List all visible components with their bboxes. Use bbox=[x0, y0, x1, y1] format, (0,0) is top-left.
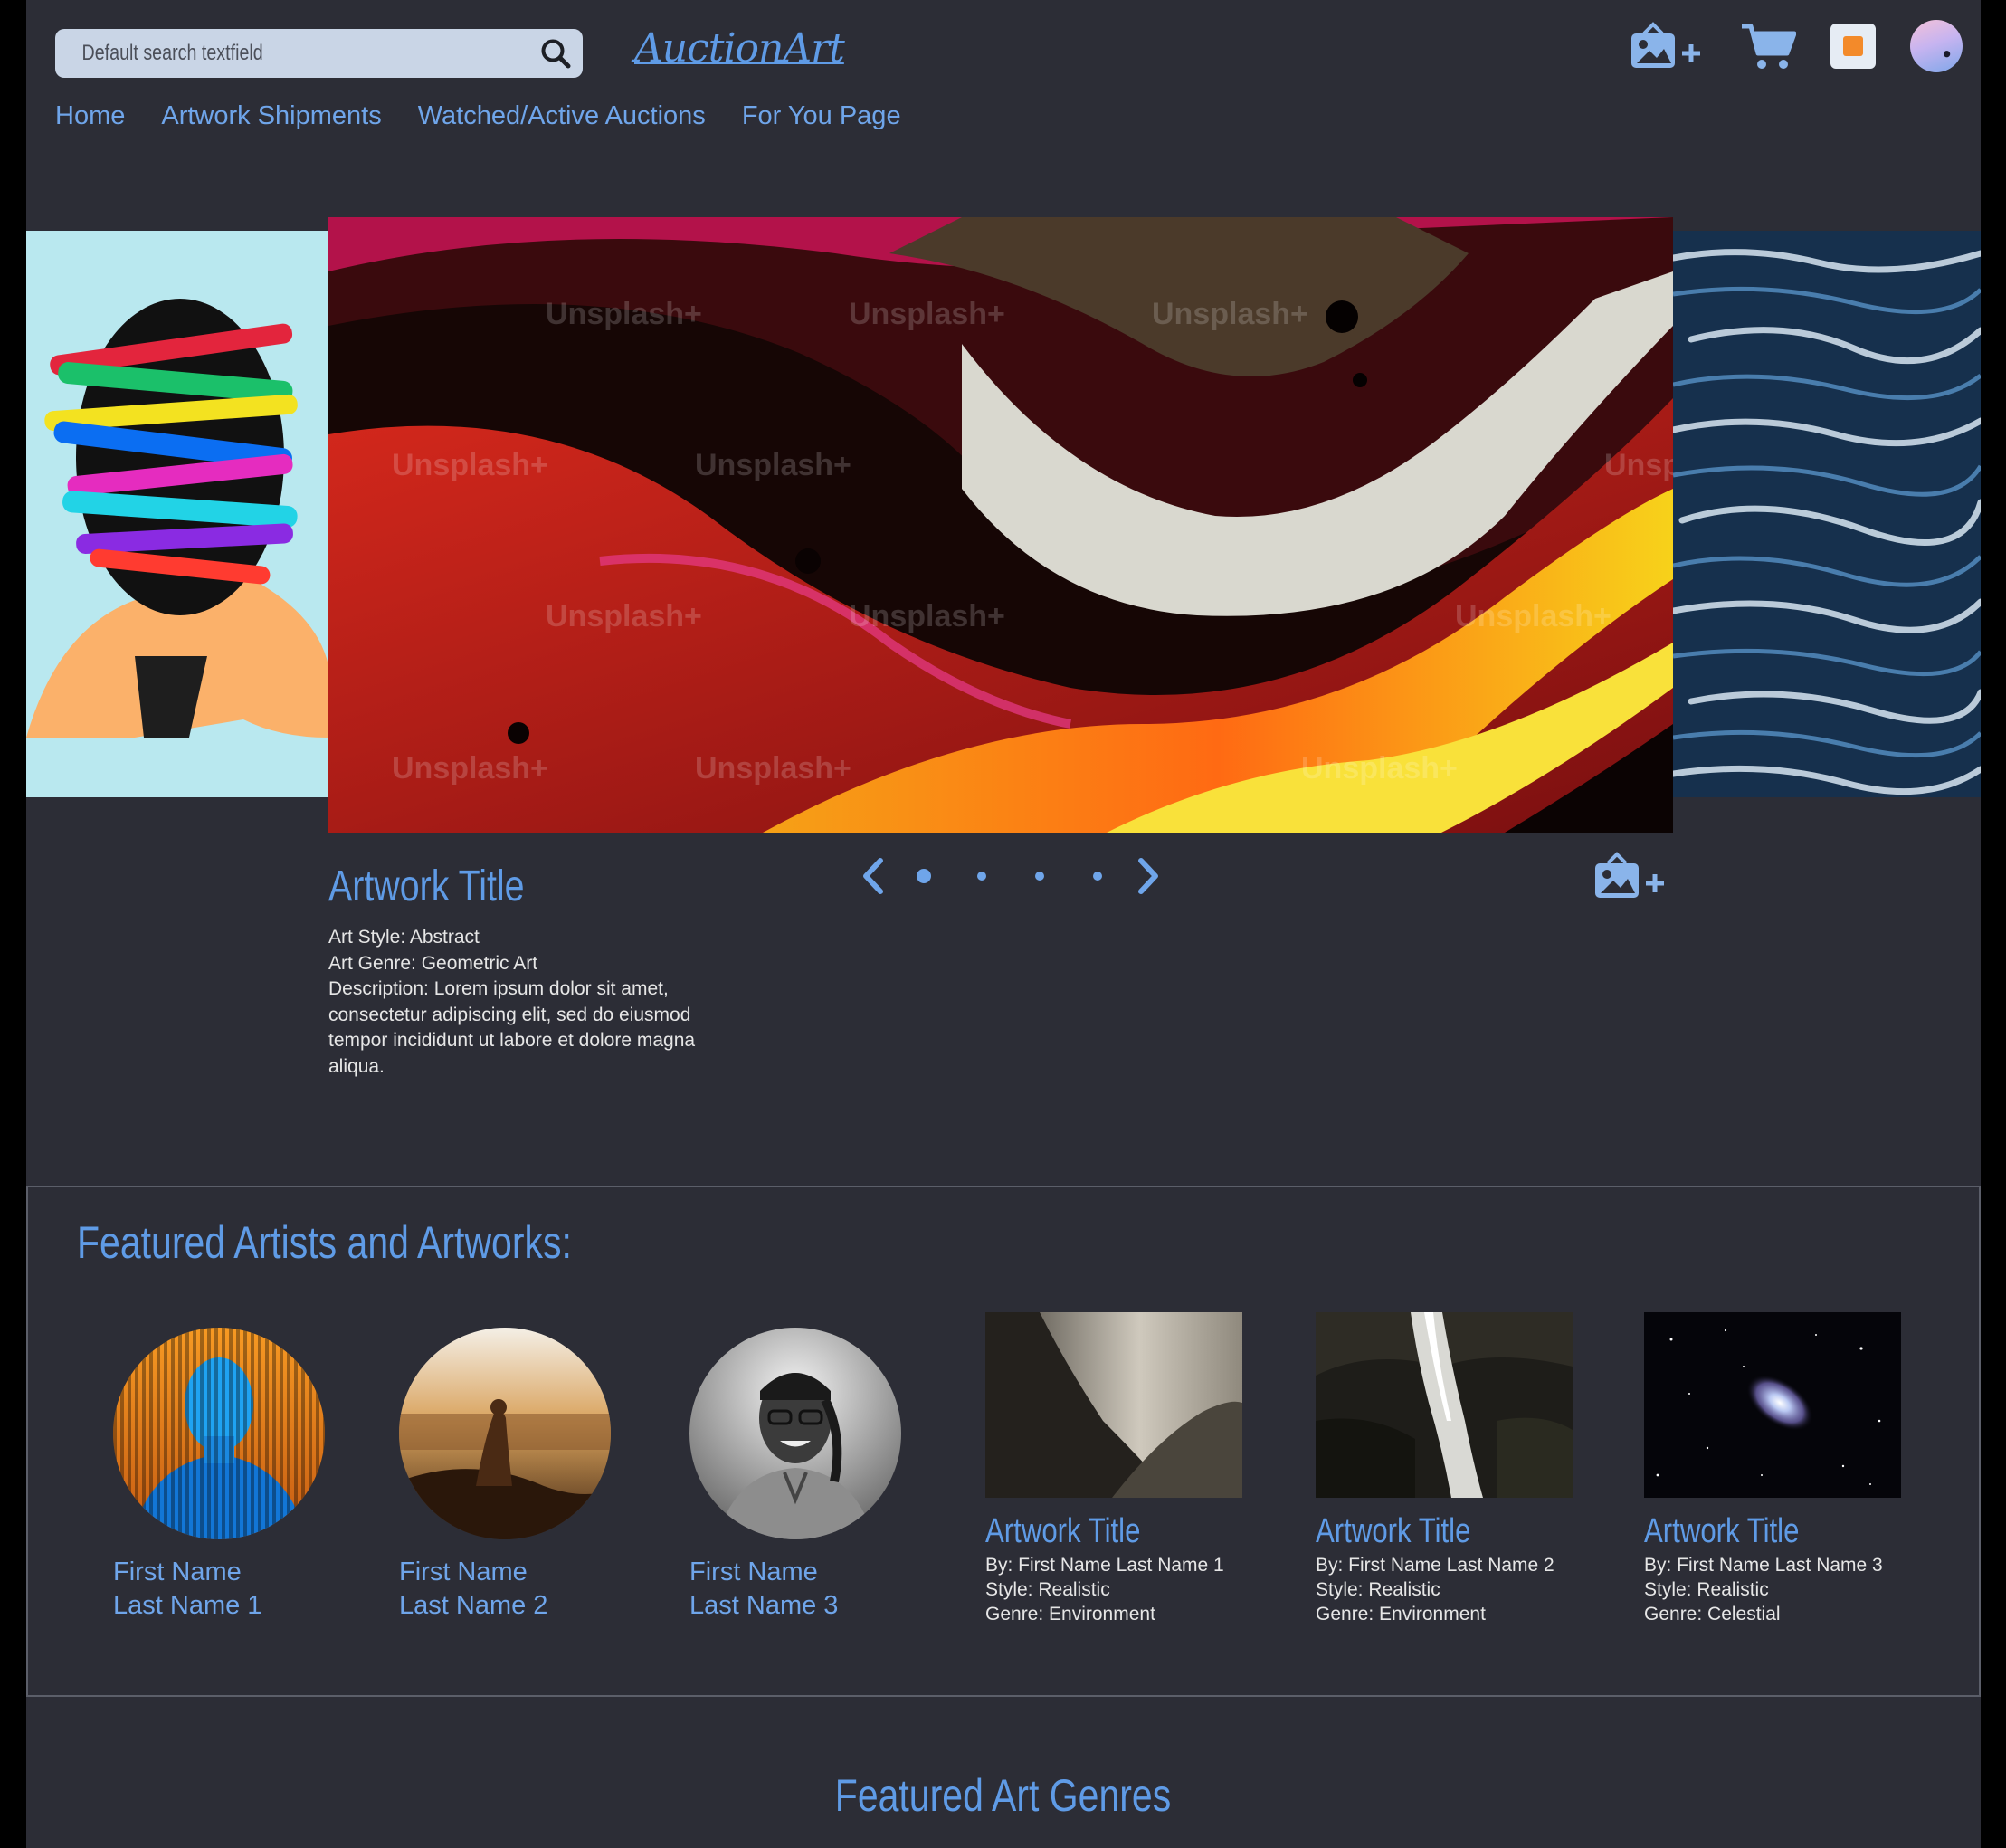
watermark-text: Unsplash+ bbox=[392, 448, 548, 482]
watermark-text: Unsplash+ bbox=[695, 751, 851, 786]
artist-avatar-2[interactable] bbox=[399, 1328, 611, 1539]
art-description: Description: Lorem ipsum dolor sit amet,… bbox=[328, 978, 696, 1077]
nav-watched-auctions[interactable]: Watched/Active Auctions bbox=[418, 101, 706, 131]
carousel-prev-slide[interactable] bbox=[26, 231, 328, 797]
artwork-thumb-3[interactable] bbox=[1644, 1312, 1901, 1498]
carousel-artwork-title[interactable]: Artwork Title bbox=[328, 862, 525, 911]
profile-avatar[interactable] bbox=[1910, 20, 1963, 72]
cart-icon[interactable] bbox=[1740, 21, 1796, 71]
artist-card-1[interactable]: First Name Last Name 1 bbox=[113, 1328, 325, 1623]
carousel-dot-1[interactable] bbox=[895, 851, 953, 901]
artwork-meta-3: By: First Name Last Name 3 Style: Realis… bbox=[1644, 1555, 1883, 1624]
artwork-card-1[interactable]: Artwork Title By: First Name Last Name 1… bbox=[985, 1312, 1257, 1626]
watermark-text: Unsplash+ bbox=[849, 599, 1005, 633]
artist-name-1[interactable]: First Name Last Name 1 bbox=[113, 1556, 325, 1623]
watermark-text: Unsplash+ bbox=[1301, 751, 1458, 786]
carousel-dot-4[interactable] bbox=[1069, 851, 1127, 901]
art-style: Art Style: Abstract bbox=[328, 927, 480, 948]
carousel-controls bbox=[850, 851, 1172, 901]
carousel-artwork-details: Art Style: Abstract Art Genre: Geometric… bbox=[328, 925, 754, 1080]
watermark-text: Unsplash+ bbox=[1152, 297, 1308, 331]
search-input[interactable] bbox=[55, 29, 443, 78]
artist-name-3[interactable]: First Name Last Name 3 bbox=[689, 1556, 901, 1623]
nav-home[interactable]: Home bbox=[55, 101, 125, 131]
search-bar bbox=[55, 29, 583, 78]
featured-genres-heading: Featured Art Genres bbox=[835, 1770, 1172, 1821]
chevron-right-icon[interactable] bbox=[1127, 851, 1172, 901]
artwork-title-2[interactable]: Artwork Title bbox=[1316, 1512, 1538, 1551]
artist-avatar-3[interactable] bbox=[689, 1328, 901, 1539]
stop-icon[interactable] bbox=[1830, 24, 1876, 69]
watermark-text: Unsplash+ bbox=[392, 751, 548, 786]
artwork-card-3[interactable]: Artwork Title By: First Name Last Name 3… bbox=[1644, 1312, 1916, 1626]
watermark-text: Unsplash+ bbox=[1455, 599, 1611, 633]
art-genre: Art Genre: Geometric Art bbox=[328, 952, 538, 974]
artist-name-2[interactable]: First Name Last Name 2 bbox=[399, 1556, 611, 1623]
main-nav: Home Artwork Shipments Watched/Active Au… bbox=[55, 101, 901, 131]
artist-card-2[interactable]: First Name Last Name 2 bbox=[399, 1328, 611, 1623]
artist-card-3[interactable]: First Name Last Name 3 bbox=[689, 1328, 901, 1623]
header-actions bbox=[1630, 20, 1963, 72]
artwork-thumb-1[interactable] bbox=[985, 1312, 1242, 1498]
watermark-text: Unsplash+ bbox=[695, 448, 851, 482]
watermark-text: Unsplash+ bbox=[546, 297, 702, 331]
search-icon[interactable] bbox=[528, 29, 583, 78]
carousel-main-slide[interactable]: Unsplash+ Unsplash+ Unsplash+ Unsplash+ … bbox=[328, 217, 1673, 833]
artist-avatar-1[interactable] bbox=[113, 1328, 325, 1539]
watermark-text: Unsplash+ bbox=[546, 599, 702, 633]
artwork-title-3[interactable]: Artwork Title bbox=[1644, 1512, 1867, 1551]
nav-for-you[interactable]: For You Page bbox=[742, 101, 901, 131]
artwork-meta-2: By: First Name Last Name 2 Style: Realis… bbox=[1316, 1555, 1554, 1624]
carousel-dot-3[interactable] bbox=[1011, 851, 1069, 901]
chevron-left-icon[interactable] bbox=[850, 851, 895, 901]
watermark-text: Unsplash+ bbox=[1604, 448, 1673, 482]
featured-heading: Featured Artists and Artworks: bbox=[77, 1217, 572, 1268]
artwork-title-1[interactable]: Artwork Title bbox=[985, 1512, 1208, 1551]
carousel-next-slide[interactable] bbox=[1673, 231, 1981, 797]
carousel-dot-2[interactable] bbox=[953, 851, 1011, 901]
site-logo[interactable]: AuctionArt bbox=[634, 25, 845, 71]
watermark-text: Unsplash+ bbox=[849, 297, 1005, 331]
nav-artwork-shipments[interactable]: Artwork Shipments bbox=[161, 101, 381, 131]
add-to-collection-icon[interactable] bbox=[1593, 851, 1669, 906]
add-artwork-icon[interactable] bbox=[1630, 21, 1706, 71]
artwork-meta-1: By: First Name Last Name 1 Style: Realis… bbox=[985, 1555, 1224, 1624]
featured-section: Featured Artists and Artworks: First Nam… bbox=[26, 1186, 1981, 1697]
page: AuctionArt Home Artwork Shipments bbox=[26, 0, 1981, 1848]
artwork-card-2[interactable]: Artwork Title By: First Name Last Name 2… bbox=[1316, 1312, 1587, 1626]
artwork-thumb-2[interactable] bbox=[1316, 1312, 1573, 1498]
